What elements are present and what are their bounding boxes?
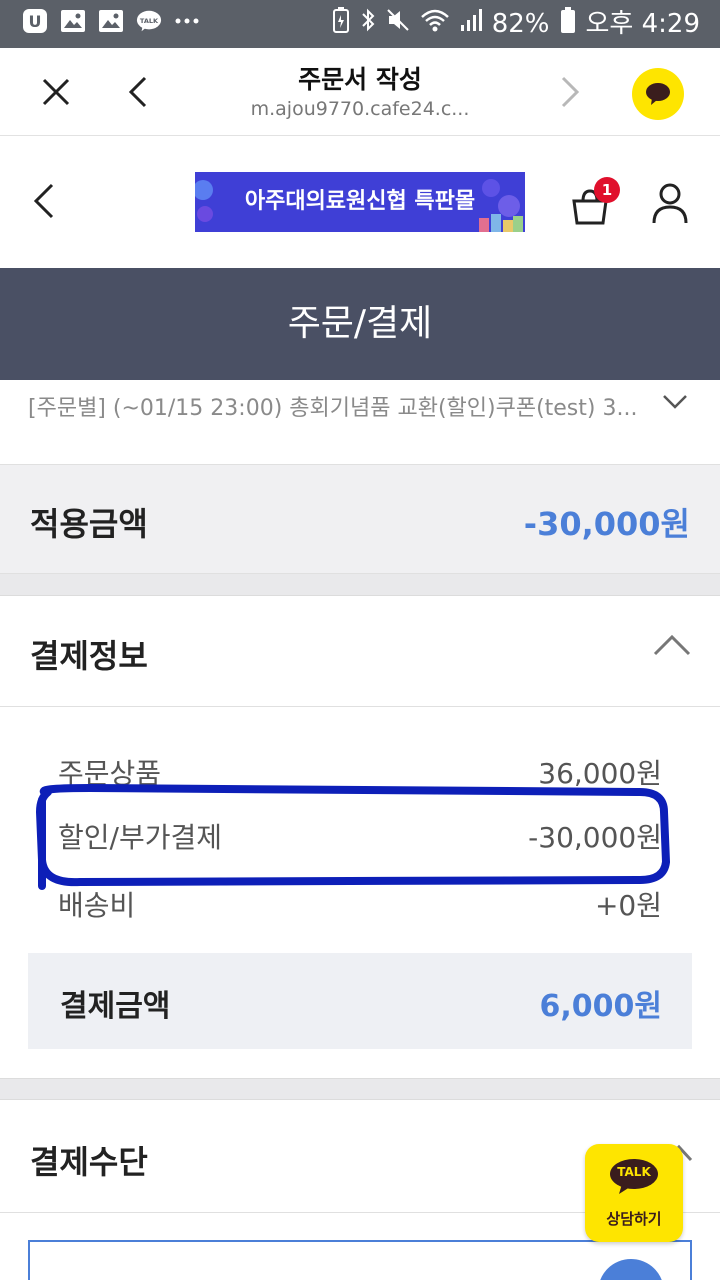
payment-info-title: 결제정보	[30, 637, 148, 675]
section-divider	[0, 574, 720, 596]
kakao-chat-button[interactable]	[632, 68, 684, 120]
talk-badge-text: TALK	[617, 1165, 651, 1179]
bluetooth-icon	[360, 7, 376, 40]
chevron-left-icon	[33, 183, 54, 219]
browser-url[interactable]: m.ajou9770.cafe24.c...	[200, 98, 520, 120]
payment-info-header[interactable]: 결제정보	[0, 597, 720, 707]
site-back-button[interactable]	[28, 181, 68, 221]
my-account-button[interactable]	[650, 181, 690, 225]
site-header: 아주대의료원신협 특판몰	[0, 137, 720, 268]
talk-button-label: 상담하기	[606, 1210, 662, 1228]
applied-amount-row: 적용금액 -30,000원	[0, 464, 720, 574]
close-icon	[42, 78, 70, 106]
status-bar-left-icons: U TALK	[22, 8, 200, 34]
battery-icon	[560, 6, 576, 41]
page-title: 주문/결제	[0, 268, 720, 380]
svg-text:U: U	[29, 12, 42, 31]
payment-total-box: 결제금액 6,000원	[28, 953, 692, 1049]
u-plus-icon: U	[22, 8, 48, 34]
user-icon	[652, 183, 688, 224]
applied-amount-label: 적용금액	[30, 505, 148, 543]
shipping-value: +0원	[594, 889, 662, 922]
chat-bubble-icon	[646, 83, 670, 105]
discount-label: 할인/부가결제	[58, 821, 222, 854]
status-bar: U TALK 82% 오후 4:29	[0, 0, 720, 48]
battery-percent: 82%	[491, 8, 550, 39]
chevron-right-icon	[561, 76, 580, 108]
order-items-label: 주문상품	[58, 757, 162, 790]
close-button[interactable]	[34, 70, 78, 114]
chevron-up-icon	[653, 634, 691, 656]
shipping-label: 배송비	[58, 889, 136, 922]
signal-icon	[460, 7, 482, 40]
applied-amount-value: -30,000원	[523, 505, 690, 543]
site-logo[interactable]: 아주대의료원신협 특판몰	[195, 172, 525, 232]
gallery-icon	[98, 8, 124, 34]
payment-method-option[interactable]	[28, 1240, 692, 1280]
kakaotalk-icon: TALK	[136, 8, 162, 34]
payment-total-value: 6,000원	[539, 989, 663, 1024]
wifi-icon	[420, 7, 450, 40]
browser-back-button[interactable]	[116, 70, 160, 114]
chevron-left-icon	[128, 76, 147, 108]
cart-count-badge: 1	[594, 177, 620, 203]
chevron-down-icon	[663, 395, 687, 409]
browser-page-title: 주문서 작성	[298, 65, 422, 94]
svg-text:TALK: TALK	[140, 17, 159, 25]
coupon-select[interactable]: [주문별] (~01/15 23:00) 총회기념품 교환(할인)쿠폰(test…	[0, 380, 720, 464]
payment-total-label: 결제금액	[60, 989, 171, 1024]
browser-forward-button[interactable]	[548, 70, 592, 114]
more-dots-icon	[174, 8, 200, 34]
order-items-value: 36,000원	[538, 757, 662, 790]
logo-text: 아주대의료원신협 특판몰	[244, 189, 476, 214]
browser-toolbar: 주문서 작성 m.ajou9770.cafe24.c...	[0, 48, 720, 136]
discount-value: -30,000원	[528, 821, 662, 854]
kakao-talk-consult-button[interactable]: TALK 상담하기	[585, 1144, 683, 1242]
battery-saver-icon	[332, 7, 350, 40]
status-bar-right: 82% 오후 4:29	[332, 6, 700, 41]
section-divider	[0, 1078, 720, 1100]
mute-icon	[386, 7, 410, 40]
gallery-icon	[60, 8, 86, 34]
coupon-selected-text: [주문별] (~01/15 23:00) 총회기념품 교환(할인)쿠폰(test…	[28, 396, 638, 421]
clock: 오후 4:29	[585, 8, 701, 39]
payment-method-title: 결제수단	[30, 1143, 148, 1181]
